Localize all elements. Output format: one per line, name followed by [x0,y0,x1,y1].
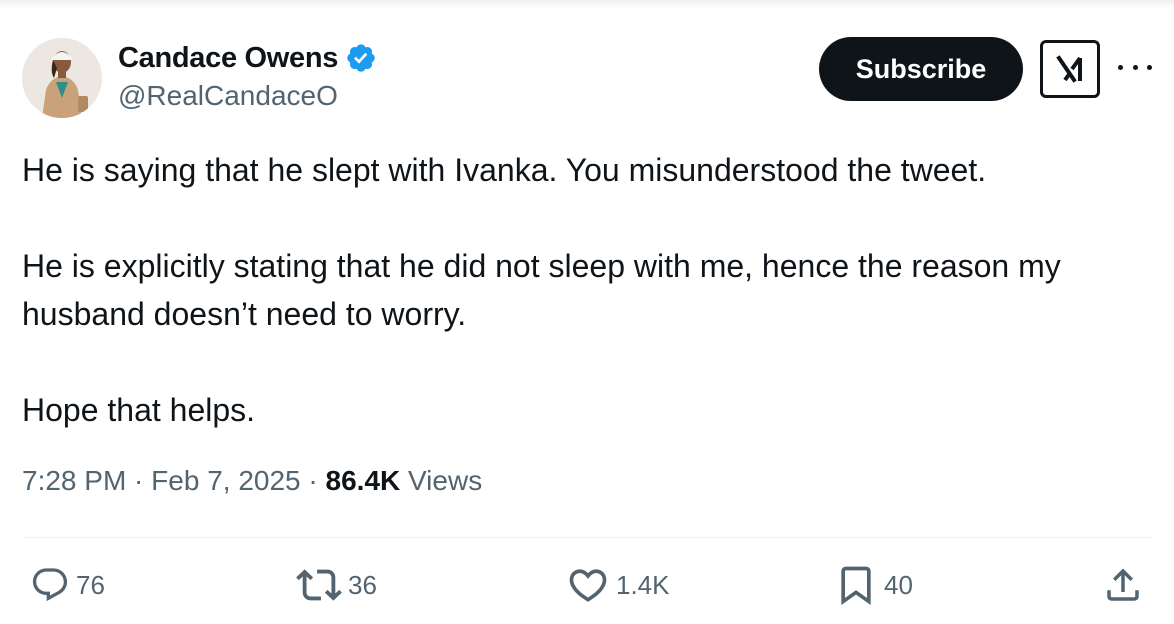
reply-icon [32,568,68,602]
bookmark-count: 40 [884,569,913,600]
more-dot [1147,64,1152,70]
more-icon[interactable] [1118,52,1152,82]
like-button[interactable]: 1.4K [566,562,670,608]
repost-count: 36 [348,569,377,600]
more-dot [1118,64,1123,70]
bookmark-button[interactable]: 40 [834,562,913,608]
top-edge [0,0,1174,8]
more-dot [1132,64,1138,70]
share-icon [1107,568,1139,601]
bookmark-icon [841,566,871,606]
tweet-paragraph: Hope that helps. [22,392,256,428]
reply-count: 76 [76,569,105,600]
like-count: 1.4K [616,569,670,600]
tweet-paragraph: He is explicitly stating that he did not… [22,248,1061,332]
divider [22,537,1154,538]
repost-button[interactable]: 36 [296,562,377,608]
heart-icon [569,569,607,602]
tweet-date[interactable]: Feb 7, 2025 [151,465,300,496]
tweet-text: He is saying that he slept with Ivanka. … [22,146,1142,434]
tweet-meta: 7:28 PM · Feb 7, 2025 · 86.4K Views [22,465,482,497]
avatar[interactable] [22,38,102,118]
meta-separator: · [300,465,326,496]
share-button[interactable] [1102,562,1144,608]
verified-badge-icon[interactable] [345,42,377,74]
grok-logo-icon[interactable] [1040,40,1100,98]
views-count: 86.4K [325,465,401,496]
author-handle[interactable]: @RealCandaceO [118,80,338,112]
author-name-row: Candace Owens [118,40,377,76]
reply-button[interactable]: 76 [30,562,105,608]
meta-separator: · [126,465,152,496]
avatar-image [22,38,102,118]
views-label: Views [400,465,483,496]
tweet-time[interactable]: 7:28 PM [22,465,126,496]
author-display-name[interactable]: Candace Owens [118,42,338,75]
subscribe-button[interactable]: Subscribe [819,37,1023,101]
tweet-paragraph: He is saying that he slept with Ivanka. … [22,152,987,188]
repost-icon [296,569,342,601]
